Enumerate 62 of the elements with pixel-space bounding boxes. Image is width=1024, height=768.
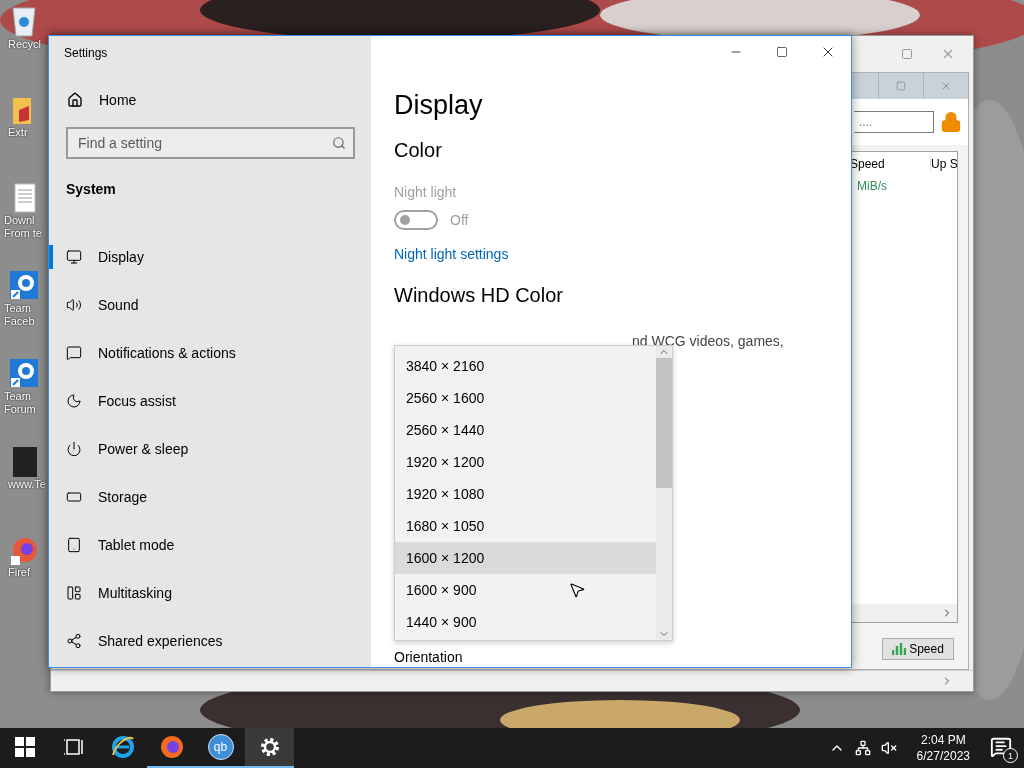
page-title: Display — [394, 90, 484, 121]
fox-browser-icon[interactable] — [159, 735, 184, 759]
gear-shortcut-icon — [9, 268, 39, 302]
browser-e-icon[interactable] — [110, 735, 135, 759]
mouse-pointer-icon — [568, 581, 586, 599]
search-icon — [332, 136, 346, 150]
dropdown-option[interactable]: 1920 × 1080 — [395, 478, 656, 510]
dropdown-option[interactable]: 3840 × 2160 — [395, 350, 656, 382]
dropdown-option[interactable]: 1440 × 900 — [395, 606, 656, 638]
filter-field[interactable]: .... — [854, 111, 934, 133]
speaker-icon — [66, 297, 82, 313]
dropdown-option[interactable]: 1680 × 1050 — [395, 510, 656, 542]
home-icon — [67, 92, 83, 108]
table-cell-text: MiB/s — [857, 179, 888, 193]
gear-icon[interactable] — [259, 737, 280, 757]
sidebar-item[interactable]: Notifications & actions — [49, 329, 371, 377]
notification-icon[interactable] — [990, 736, 1012, 758]
sidebar-item[interactable]: Power & sleep — [49, 425, 371, 473]
clock[interactable]: 2:04 PM 6/27/2023 — [916, 732, 970, 764]
speech-bubble-icon — [66, 345, 82, 361]
drive-icon — [66, 489, 82, 505]
windows-start-icon[interactable] — [14, 737, 35, 757]
bar-chart-icon — [892, 643, 907, 655]
taskbar-button[interactable] — [245, 728, 294, 768]
section-heading: Color — [394, 139, 443, 162]
dropdown-option[interactable]: 1600 × 900 — [395, 574, 656, 606]
dropdown-option[interactable]: 2560 × 1440 — [395, 414, 656, 446]
recycle-bin-icon — [9, 4, 39, 38]
sidebar-item[interactable]: Tablet mode — [49, 521, 371, 569]
sidebar-item[interactable]: Storage — [49, 473, 371, 521]
network-icon[interactable] — [854, 740, 871, 756]
section-heading: Windows HD Color — [394, 284, 564, 307]
column-header[interactable]: Up S — [931, 157, 957, 171]
panels-icon — [66, 585, 82, 601]
power-icon — [66, 441, 82, 457]
sidebar-item[interactable]: Sound — [49, 281, 371, 329]
dropdown-option[interactable]: 1920 × 1200 — [395, 446, 656, 478]
home-link[interactable]: Home — [67, 92, 371, 108]
sidebar-item[interactable]: Display — [49, 233, 371, 281]
sidebar-item[interactable]: Shared experiences — [49, 617, 371, 665]
task-view-icon[interactable] — [63, 738, 84, 756]
lock-icon[interactable] — [940, 111, 962, 133]
section-title: System — [66, 181, 117, 197]
moon-icon — [66, 393, 82, 409]
maximize-icon[interactable] — [776, 46, 788, 58]
dropdown-option[interactable]: 2560 × 1600 — [395, 382, 656, 414]
sidebar-item[interactable]: Focus assist — [49, 377, 371, 425]
sidebar-item[interactable]: Multitasking — [49, 569, 371, 617]
toggle-state: Off — [450, 212, 469, 228]
share-icon — [66, 633, 82, 649]
monitor-icon — [66, 249, 82, 265]
dropdown-option[interactable]: 1600 × 1200 — [395, 542, 656, 574]
gear-shortcut-icon — [9, 356, 39, 390]
tablet-icon — [66, 537, 82, 553]
setting-label: Orientation — [394, 649, 464, 665]
settings-link[interactable]: Night light settings — [394, 246, 851, 262]
volume-muted-icon[interactable] — [880, 740, 897, 756]
speed-button[interactable]: Speed — [882, 638, 954, 660]
search-field[interactable]: Find a setting — [66, 127, 355, 159]
setting-label: Night light — [394, 184, 458, 200]
window-title: Settings — [64, 46, 109, 62]
notification-badge: 1 — [1003, 748, 1018, 763]
